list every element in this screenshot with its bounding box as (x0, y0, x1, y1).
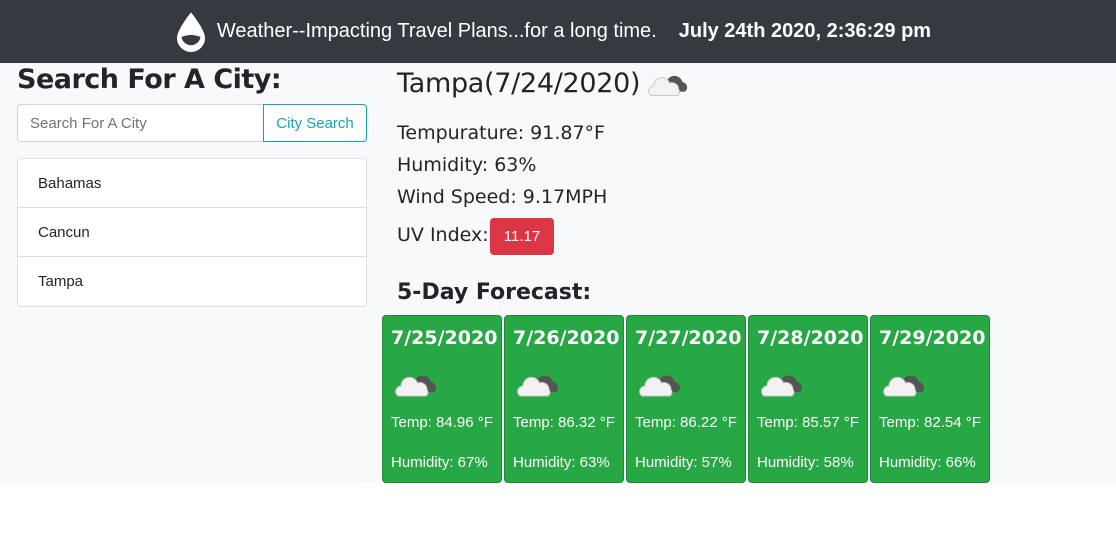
current-city-title: Tampa(7/24/2020) (397, 68, 692, 99)
water-drop-icon (176, 11, 205, 52)
current-datetime: July 24th 2020, 2:36:29 pm (678, 20, 932, 42)
cloud-icon (648, 75, 688, 96)
forecast-card: 7/29/2020 Temp: 82.54 °F Humidity: 66% (870, 315, 990, 483)
forecast-temp: Temp: 84.96 °F (391, 414, 493, 431)
current-wind-speed: Wind Speed: 9.17MPH (397, 186, 608, 208)
forecast-row: 7/25/2020 Temp: 84.96 °F Humidity: 67% 7… (382, 315, 990, 483)
history-item-bahamas[interactable]: Bahamas (18, 159, 366, 208)
forecast-temp: Temp: 82.54 °F (879, 414, 981, 431)
forecast-card: 7/26/2020 Temp: 86.32 °F Humidity: 63% (504, 315, 624, 483)
top-navbar: Weather--Impacting Travel Plans...for a … (0, 0, 1116, 63)
cloud-icon (883, 375, 924, 397)
forecast-humidity: Humidity: 63% (513, 454, 610, 471)
forecast-card: 7/25/2020 Temp: 84.96 °F Humidity: 67% (382, 315, 502, 483)
cloud-icon (761, 375, 802, 397)
uv-index-label: UV Index: (397, 224, 489, 246)
cloud-icon (639, 375, 680, 397)
cloud-icon (517, 375, 558, 397)
forecast-date: 7/26/2020 (513, 327, 620, 349)
app-title: Weather--Impacting Travel Plans...for a … (216, 20, 657, 42)
navbar-inner: Weather--Impacting Travel Plans...for a … (175, 11, 932, 52)
search-history-list: Bahamas Cancun Tampa (17, 158, 367, 307)
forecast-date: 7/29/2020 (879, 327, 986, 349)
search-group: City Search (17, 104, 367, 142)
forecast-date: 7/27/2020 (635, 327, 742, 349)
forecast-temp: Temp: 86.22 °F (635, 414, 737, 431)
current-temperature: Tempurature: 91.87°F (397, 122, 605, 144)
history-item-cancun[interactable]: Cancun (18, 208, 366, 257)
uv-index-badge: 11.17 (490, 218, 554, 255)
current-humidity: Humidity: 63% (397, 154, 537, 176)
search-heading: Search For A City: (17, 64, 282, 95)
forecast-temp: Temp: 86.32 °F (513, 414, 615, 431)
forecast-humidity: Humidity: 67% (391, 454, 488, 471)
forecast-humidity: Humidity: 57% (635, 454, 732, 471)
forecast-humidity: Humidity: 58% (757, 454, 854, 471)
forecast-humidity: Humidity: 66% (879, 454, 976, 471)
forecast-temp: Temp: 85.57 °F (757, 414, 859, 431)
forecast-date: 7/25/2020 (391, 327, 498, 349)
forecast-date: 7/28/2020 (757, 327, 864, 349)
cloud-icon (395, 375, 436, 397)
forecast-heading: 5-Day Forecast: (397, 280, 592, 305)
current-city-name: Tampa(7/24/2020) (397, 68, 641, 99)
city-search-input[interactable] (17, 104, 263, 142)
history-item-tampa[interactable]: Tampa (18, 257, 366, 306)
city-search-button[interactable]: City Search (263, 104, 367, 142)
forecast-card: 7/27/2020 Temp: 86.22 °F Humidity: 57% (626, 315, 746, 483)
forecast-card: 7/28/2020 Temp: 85.57 °F Humidity: 58% (748, 315, 868, 483)
